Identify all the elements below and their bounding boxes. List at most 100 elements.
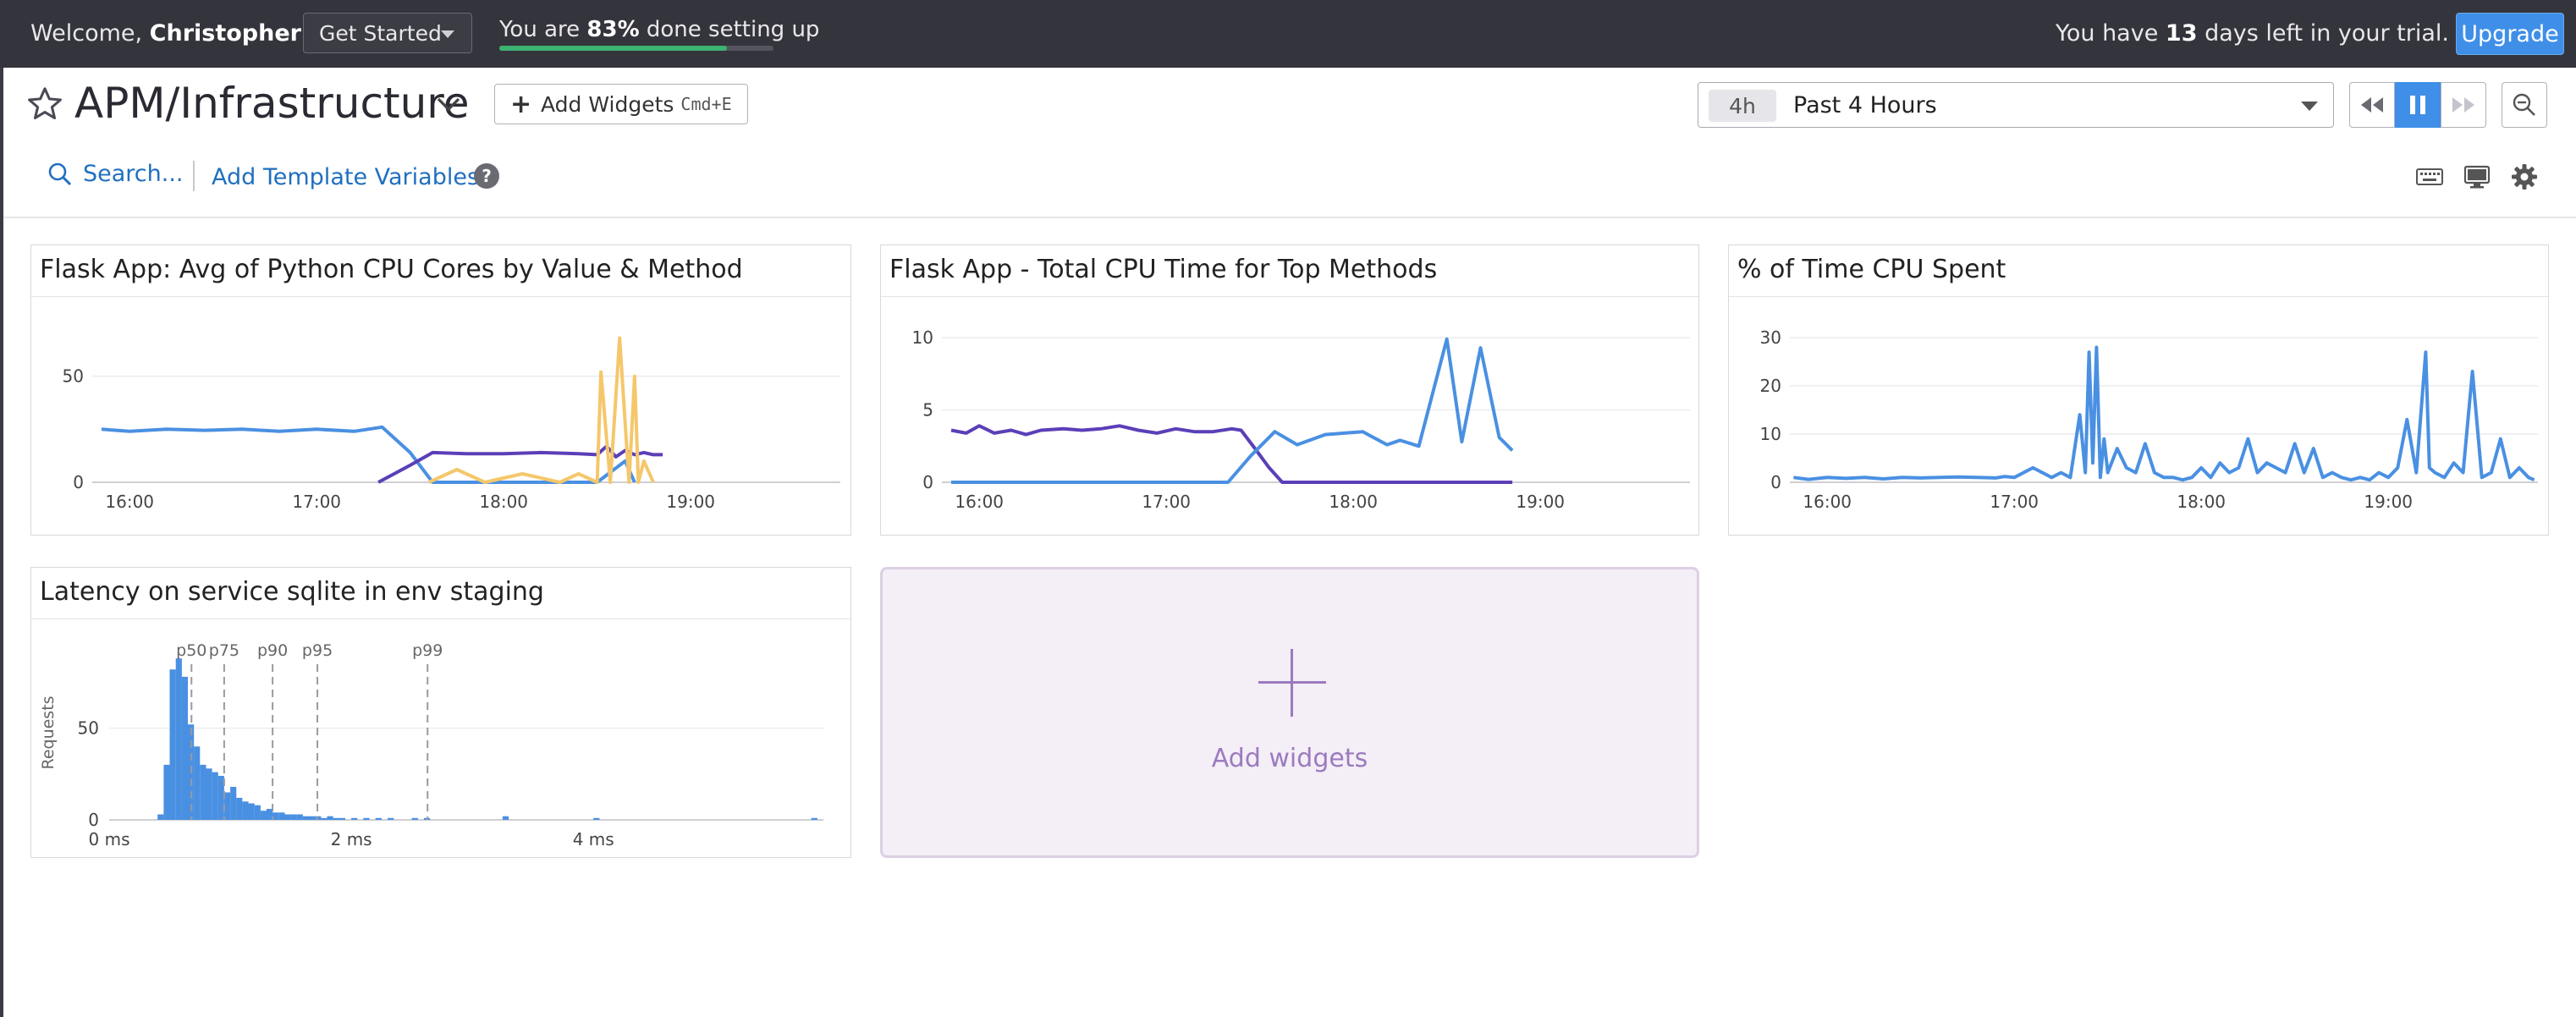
histogram-bar[interactable] xyxy=(327,816,333,820)
left-edge-bar xyxy=(0,68,3,1017)
histogram-bar[interactable] xyxy=(242,801,249,820)
widget-total-cpu-time[interactable]: Flask App - Total CPU Time for Top Metho… xyxy=(880,245,1699,536)
timeseries-chart[interactable]: 0 50 16:00 17:00 18:00 19:00 xyxy=(31,298,852,535)
histogram-bar[interactable] xyxy=(593,817,600,820)
histogram-bar[interactable] xyxy=(811,817,817,820)
rewind-button[interactable] xyxy=(2349,82,2395,128)
caret-down-icon xyxy=(2301,102,2318,111)
histogram-bar[interactable] xyxy=(175,658,182,820)
histogram-bar[interactable] xyxy=(388,817,394,820)
histogram-bar[interactable] xyxy=(363,817,370,820)
widget-title: Flask App: Avg of Python CPU Cores by Va… xyxy=(40,255,743,284)
setup-progress-fill xyxy=(499,46,727,51)
add-widgets-tile-label: Add widgets xyxy=(1211,744,1368,773)
histogram-bar[interactable] xyxy=(212,772,218,820)
welcome-prefix: Welcome, xyxy=(30,20,150,47)
separator xyxy=(193,161,195,191)
series-line[interactable] xyxy=(950,424,1513,484)
histogram-bar[interactable] xyxy=(194,746,201,820)
series-line[interactable] xyxy=(951,337,1514,484)
series-line[interactable] xyxy=(101,425,636,484)
widget-title-divider xyxy=(881,296,1698,297)
zoom-out-button[interactable] xyxy=(2502,82,2547,128)
zoom-out-icon xyxy=(2513,93,2535,116)
histogram-bar[interactable] xyxy=(248,803,255,821)
histogram-bar[interactable] xyxy=(217,776,224,820)
search-label: Search... xyxy=(83,161,184,187)
y-tick-label: 50 xyxy=(78,718,99,739)
histogram-bar[interactable] xyxy=(230,787,237,820)
histogram-bar[interactable] xyxy=(339,817,345,820)
histogram-bar[interactable] xyxy=(254,805,261,820)
timeseries-chart[interactable]: 0 10 20 30 16:00 17:00 18:00 19:00 xyxy=(1729,298,2550,535)
widget-sqlite-latency[interactable]: Latency on service sqlite in env staging… xyxy=(30,567,851,858)
histogram-bar[interactable] xyxy=(278,812,285,820)
setup-progress-text[interactable]: You are 83% done setting up xyxy=(499,15,819,44)
time-range-picker[interactable]: 4h Past 4 Hours xyxy=(1698,82,2334,128)
histogram-bar[interactable] xyxy=(223,792,231,821)
histogram-bar[interactable] xyxy=(502,816,509,820)
histogram-bar[interactable] xyxy=(157,814,164,821)
widget-title: % of Time CPU Spent xyxy=(1737,255,2006,284)
x-tick-label: 18:00 xyxy=(479,492,528,512)
x-tick-label: 16:00 xyxy=(105,492,154,512)
help-circle-icon[interactable]: ? xyxy=(474,163,499,189)
add-widgets-label: Add Widgets xyxy=(541,91,674,117)
setup-suffix: done setting up xyxy=(639,17,820,42)
y-tick-label: 0 xyxy=(1770,472,1781,492)
histogram-bar[interactable] xyxy=(181,676,188,820)
gear-icon[interactable] xyxy=(2510,162,2539,191)
percentile-label: p99 xyxy=(412,641,443,660)
upgrade-button[interactable]: Upgrade xyxy=(2456,13,2564,55)
search-button[interactable]: Search... xyxy=(47,161,184,187)
y-tick-label: 5 xyxy=(922,400,933,421)
histogram-bar[interactable] xyxy=(302,816,310,820)
star-icon[interactable] xyxy=(25,85,64,124)
keyboard-icon[interactable] xyxy=(2415,162,2444,191)
histogram-bar[interactable] xyxy=(296,814,303,821)
histogram-bar[interactable] xyxy=(163,764,170,820)
series-line[interactable] xyxy=(1793,345,2535,482)
fast-forward-button[interactable] xyxy=(2441,82,2486,128)
widget-title-divider xyxy=(31,296,850,297)
histogram-bar[interactable] xyxy=(284,814,291,821)
x-tick-label: 18:00 xyxy=(1329,492,1378,512)
chevron-down-icon[interactable] xyxy=(433,91,464,117)
get-started-dropdown[interactable]: Get Started xyxy=(303,13,472,53)
y-axis-label: Requests xyxy=(39,695,58,769)
histogram-bar[interactable] xyxy=(411,817,418,820)
search-icon xyxy=(48,162,72,185)
widget-python-cpu-cores[interactable]: Flask App: Avg of Python CPU Cores by Va… xyxy=(30,245,851,536)
add-widgets-tile[interactable]: Add widgets xyxy=(880,567,1699,858)
histogram-bar[interactable] xyxy=(290,814,297,821)
add-template-variables-link[interactable]: Add Template Variables xyxy=(212,162,479,193)
histogram-bar[interactable] xyxy=(236,798,243,820)
widget-title-divider xyxy=(31,618,850,619)
histogram-bar[interactable] xyxy=(260,811,267,820)
y-tick-label: 50 xyxy=(63,366,84,387)
monitor-icon[interactable] xyxy=(2463,162,2491,191)
histogram-bar[interactable] xyxy=(321,817,328,820)
setup-prefix: You are xyxy=(499,17,587,42)
histogram-bar[interactable] xyxy=(206,768,212,820)
timeseries-chart[interactable]: 0 5 10 16:00 17:00 18:00 19:00 xyxy=(881,298,1700,535)
histogram-bar[interactable] xyxy=(200,764,206,820)
pause-button[interactable] xyxy=(2395,82,2441,128)
series-line[interactable] xyxy=(427,336,655,484)
histogram-bar[interactable] xyxy=(169,669,176,820)
histogram-bar[interactable] xyxy=(375,817,382,820)
histogram-bar[interactable] xyxy=(351,817,358,820)
percentile-label: p90 xyxy=(257,641,288,660)
histogram-bar[interactable] xyxy=(309,816,316,820)
latency-histogram[interactable]: 0 50 0 ms 2 ms 4 ms Requests p50 p75 p90 p95 p99 xyxy=(31,620,852,857)
y-tick-label: 0 xyxy=(88,810,99,830)
trial-suffix: days left in your trial. xyxy=(2197,20,2449,47)
histogram-bar[interactable] xyxy=(272,812,279,820)
histogram-bar[interactable] xyxy=(333,817,339,820)
trial-prefix: You have xyxy=(2055,20,2166,47)
time-range-label: Past 4 Hours xyxy=(1793,92,1937,118)
add-widgets-button[interactable]: + Add Widgets Cmd+E xyxy=(494,84,748,124)
user-name: Christopher xyxy=(149,20,301,47)
widget-cpu-time-spent[interactable]: % of Time CPU Spent 0 10 20 30 16:00 17:00 18:… xyxy=(1728,245,2549,536)
dashboard-title[interactable]: APM/Infrastructure xyxy=(74,76,469,130)
